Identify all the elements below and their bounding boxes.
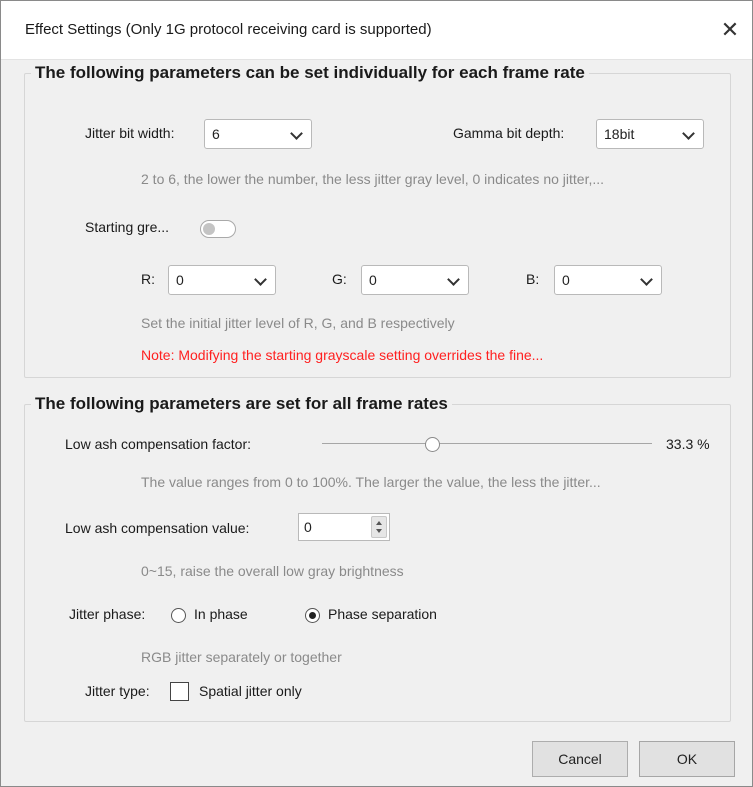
low-ash-factor-slider-track[interactable] [322,443,652,444]
starting-gray-note: Note: Modifying the starting grayscale s… [141,347,544,363]
ok-button-label: OK [676,751,698,767]
spin-buttons[interactable] [371,516,387,538]
gamma-bit-depth-value: 18bit [604,126,635,142]
spatial-jitter-only-checkbox[interactable] [170,682,189,701]
radio-selected-dot [309,612,316,619]
low-ash-factor-value: 33.3 % [666,436,710,452]
jitter-bit-width-hint: 2 to 6, the lower the number, the less j… [141,171,605,187]
r-label: R: [141,271,155,287]
dialog-title: Effect Settings (Only 1G protocol receiv… [25,21,432,38]
jitter-bit-width-value: 6 [212,126,220,142]
gamma-bit-depth-label: Gamma bit depth: [453,125,565,141]
jitter-bit-width-select[interactable]: 6 [204,119,312,149]
chevron-down-icon [682,127,695,140]
low-ash-factor-label: Low ash compensation factor: [65,436,251,452]
g-value: 0 [369,272,377,288]
b-label: B: [526,271,540,287]
gamma-bit-depth-select[interactable]: 18bit [596,119,704,149]
close-button[interactable]: ✕ [714,15,746,45]
r-select[interactable]: 0 [168,265,276,295]
in-phase-radio[interactable] [171,608,186,623]
starting-gray-label: Starting gre... [85,219,170,235]
spin-down-icon[interactable] [376,529,382,533]
low-ash-factor-hint: The value ranges from 0 to 100%. The lar… [141,474,601,490]
jitter-phase-hint: RGB jitter separately or together [141,649,342,665]
low-ash-value-label: Low ash compensation value: [65,520,250,536]
chevron-down-icon [290,127,303,140]
jitter-phase-label: Jitter phase: [69,606,146,622]
low-ash-value-spinbox[interactable]: 0 [298,513,390,541]
low-ash-factor-slider-thumb[interactable] [424,437,440,452]
phase-separation-label[interactable]: Phase separation [328,606,437,622]
all-frame-rates-legend: The following parameters are set for all… [35,394,448,413]
spatial-jitter-only-label[interactable]: Spatial jitter only [199,683,302,699]
ok-button[interactable]: OK [639,741,735,777]
low-ash-value: 0 [304,519,312,535]
jitter-bit-width-label: Jitter bit width: [85,125,175,141]
spin-up-icon[interactable] [376,521,382,525]
toggle-knob [203,223,215,235]
g-select[interactable]: 0 [361,265,469,295]
chevron-down-icon [254,273,267,286]
cancel-button[interactable]: Cancel [532,741,628,777]
jitter-type-label: Jitter type: [85,683,150,699]
r-value: 0 [176,272,184,288]
close-icon: ✕ [720,17,740,42]
effect-settings-dialog: Effect Settings (Only 1G protocol receiv… [0,0,753,787]
phase-separation-radio[interactable] [305,608,320,623]
chevron-down-icon [447,273,460,286]
per-frame-rate-legend: The following parameters can be set indi… [35,63,585,82]
b-select[interactable]: 0 [554,265,662,295]
low-ash-value-hint: 0~15, raise the overall low gray brightn… [141,563,404,579]
starting-gray-toggle[interactable] [200,220,236,238]
b-value: 0 [562,272,570,288]
cancel-button-label: Cancel [558,751,602,767]
chevron-down-icon [640,273,653,286]
title-bar: Effect Settings (Only 1G protocol receiv… [1,1,752,60]
g-label: G: [332,271,347,287]
rgb-hint: Set the initial jitter level of R, G, an… [141,315,455,331]
in-phase-label[interactable]: In phase [194,606,248,622]
